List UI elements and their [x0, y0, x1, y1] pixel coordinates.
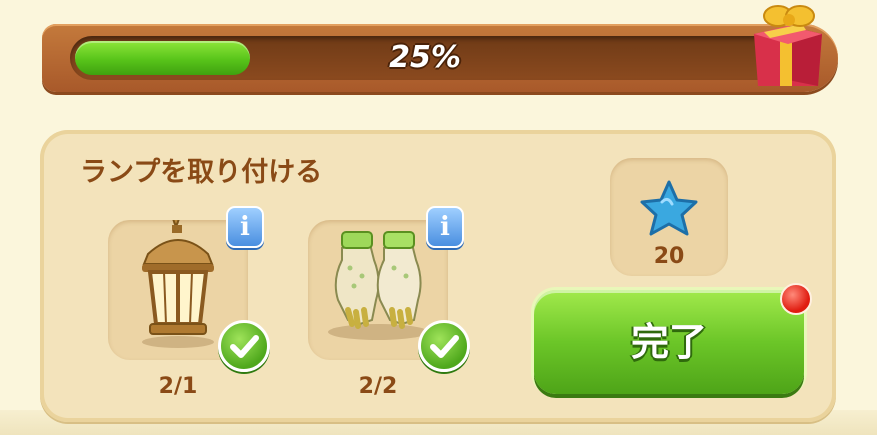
progress-bar: 25% — [70, 36, 780, 80]
item-complete-check-icon-gloves — [418, 320, 470, 372]
complete-button[interactable]: 完了 — [534, 290, 804, 394]
gift-box-icon[interactable] — [748, 0, 826, 90]
notification-dot-icon — [780, 283, 812, 315]
reward-amount: 20 — [653, 244, 685, 269]
item-info-button-gloves[interactable]: i — [426, 206, 464, 248]
progress-percent-label: 25% — [389, 40, 461, 75]
item-count-gloves: 2/2 — [358, 374, 398, 399]
item-info-button-lantern[interactable]: i — [226, 206, 264, 248]
task-title: ランプを取り付ける — [80, 157, 323, 188]
item-count-lantern: 2/1 — [158, 374, 198, 399]
item-complete-check-icon-lantern — [218, 320, 270, 372]
